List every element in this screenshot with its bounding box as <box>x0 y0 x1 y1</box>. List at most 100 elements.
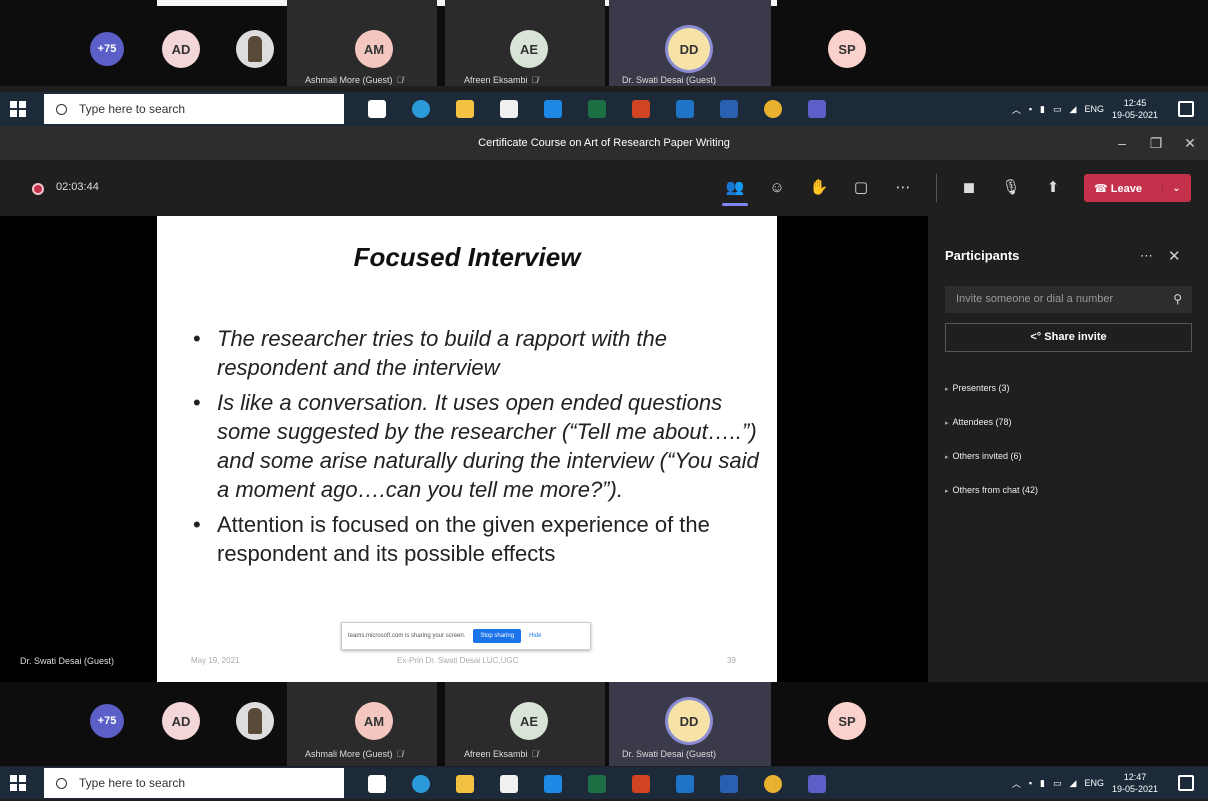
search-icon: ⚲ <box>1173 292 1182 306</box>
presentation-slide: Focused Interview The researcher tries t… <box>157 216 777 682</box>
wifi-icon[interactable]: ◢ <box>1070 104 1077 115</box>
name-afreen-text: Afreen Eksambi <box>464 749 528 759</box>
clock-date: 19-05-2021 <box>1111 110 1158 120</box>
notification-icon[interactable] <box>1178 101 1194 117</box>
camera-off-icon[interactable]: ◼ <box>958 177 980 199</box>
clock-date: 19-05-2021 <box>1111 784 1158 794</box>
window-title: Certificate Course on Art of Research Pa… <box>478 137 730 149</box>
share-icon: <° <box>1030 331 1042 343</box>
word-icon[interactable] <box>707 767 751 801</box>
chrome-icon[interactable] <box>751 767 795 801</box>
clock-time: 12:45 <box>1123 98 1147 108</box>
taskbar-search[interactable]: Type here to search <box>44 94 344 124</box>
minimize-button[interactable]: – <box>1104 126 1140 160</box>
file-explorer-icon[interactable] <box>443 767 487 801</box>
avatar-photo <box>236 30 274 68</box>
name-afreen: Afreen Eksambi 🎙̸ <box>464 749 538 759</box>
mic-icon[interactable]: ▮ <box>1040 778 1045 789</box>
share-screen-icon[interactable]: ⬆ <box>1042 177 1064 199</box>
powerpoint-icon[interactable] <box>619 92 663 126</box>
teams-icon[interactable] <box>795 92 839 126</box>
chrome-icon[interactable] <box>751 92 795 126</box>
outlook-icon[interactable] <box>663 92 707 126</box>
invite-placeholder: Invite someone or dial a number <box>956 293 1114 305</box>
mail-icon[interactable] <box>531 767 575 801</box>
more-options-icon[interactable]: ⋯ <box>892 177 914 199</box>
share-invite-button[interactable]: <° Share invite <box>945 323 1192 352</box>
close-button[interactable]: ✕ <box>1172 126 1208 160</box>
taskbar-apps <box>355 767 839 801</box>
edge-icon[interactable] <box>399 92 443 126</box>
name-ashmali: Ashmali More (Guest) 🎙̸ <box>305 749 403 759</box>
language-indicator[interactable]: ENG <box>1084 104 1104 114</box>
meeting-toolbar: 02:03:44 👥 ☺ ✋ ▢ ⋯ ◼ 🎙 ⬆ <box>0 160 1208 216</box>
store-icon[interactable] <box>487 767 531 801</box>
battery-icon[interactable]: ▭ <box>1053 778 1062 789</box>
language-indicator[interactable]: ENG <box>1084 778 1104 788</box>
section-presenters[interactable]: ▸ Presenters (3) <box>945 383 1010 393</box>
leave-label: ☎ Leave <box>1094 182 1142 195</box>
maximize-button[interactable]: ❐ <box>1138 126 1174 160</box>
teams-icon[interactable] <box>795 767 839 801</box>
people-icon[interactable]: 👥 <box>724 177 746 199</box>
network-icon[interactable]: ▪ <box>1029 104 1032 114</box>
name-ashmali-text: Ashmali More (Guest) <box>305 749 393 759</box>
stop-sharing-button[interactable]: Stop sharing <box>473 629 522 643</box>
chevron-up-icon[interactable]: ︿ <box>1012 777 1021 790</box>
chevron-up-icon[interactable]: ︿ <box>1012 103 1021 116</box>
chevron-right-icon: ▸ <box>945 420 949 427</box>
section-label: Presenters (3) <box>952 383 1010 393</box>
name-afreen: Afreen Eksambi 🎙̸ <box>464 75 538 85</box>
mic-off-icon: 🎙̸ <box>396 749 404 759</box>
person-silhouette <box>248 36 262 62</box>
wifi-icon[interactable]: ◢ <box>1070 778 1077 789</box>
chat-icon[interactable]: ☺ <box>766 177 788 199</box>
participants-panel: Participants ⋯ ✕ Invite someone or dial … <box>928 216 1208 682</box>
reactions-icon[interactable]: ✋ <box>808 177 830 199</box>
close-icon[interactable]: ✕ <box>1168 247 1181 265</box>
windows-start-icon[interactable] <box>10 101 26 117</box>
notification-icon[interactable] <box>1178 775 1194 791</box>
file-explorer-icon[interactable] <box>443 92 487 126</box>
section-others-from-chat[interactable]: ▸ Others from chat (42) <box>945 485 1038 495</box>
hide-button[interactable]: Hide <box>529 633 541 639</box>
bullet-2: Is like a conversation. It uses open end… <box>193 388 763 504</box>
more-participants-button[interactable]: +75 <box>90 32 124 66</box>
clock[interactable]: 12:45 19-05-2021 <box>1112 97 1158 121</box>
rooms-icon[interactable]: ▢ <box>850 177 872 199</box>
chevron-right-icon: ▸ <box>945 386 949 393</box>
more-participants-button[interactable]: +75 <box>90 704 124 738</box>
powerpoint-icon[interactable] <box>619 767 663 801</box>
excel-icon[interactable] <box>575 767 619 801</box>
person-silhouette <box>248 708 262 734</box>
store-icon[interactable] <box>487 92 531 126</box>
bullet-1: The researcher tries to build a rapport … <box>193 324 763 382</box>
word-icon[interactable] <box>707 92 751 126</box>
leave-button[interactable]: ☎ Leave ⌄ <box>1084 174 1191 202</box>
clock-time: 12:47 <box>1123 772 1147 782</box>
windows-start-icon[interactable] <box>10 775 26 791</box>
outlook-icon[interactable] <box>663 767 707 801</box>
avatar-ae: AE <box>510 30 548 68</box>
taskbar-search[interactable]: Type here to search <box>44 768 344 798</box>
invite-input[interactable]: Invite someone or dial a number ⚲ <box>945 286 1192 313</box>
clock[interactable]: 12:47 19-05-2021 <box>1112 771 1158 795</box>
network-icon[interactable]: ▪ <box>1029 778 1032 788</box>
mic-off-icon[interactable]: 🎙 <box>1000 177 1022 199</box>
name-swati: Dr. Swati Desai (Guest) <box>622 749 717 759</box>
task-view-icon[interactable] <box>355 92 399 126</box>
section-attendees[interactable]: ▸ Attendees (78) <box>945 417 1012 427</box>
slide-page-number: 39 <box>727 656 736 665</box>
edge-icon[interactable] <box>399 767 443 801</box>
section-others-invited[interactable]: ▸ Others invited (6) <box>945 451 1022 461</box>
task-view-icon[interactable] <box>355 767 399 801</box>
chevron-down-icon[interactable]: ⌄ <box>1162 182 1190 194</box>
avatar-dd: DD <box>668 28 710 70</box>
panel-more-icon[interactable]: ⋯ <box>1140 248 1153 264</box>
excel-icon[interactable] <box>575 92 619 126</box>
avatar-sp: SP <box>828 702 866 740</box>
mic-icon[interactable]: ▮ <box>1040 104 1045 115</box>
section-label: Others invited (6) <box>952 451 1022 461</box>
mail-icon[interactable] <box>531 92 575 126</box>
battery-icon[interactable]: ▭ <box>1053 104 1062 115</box>
